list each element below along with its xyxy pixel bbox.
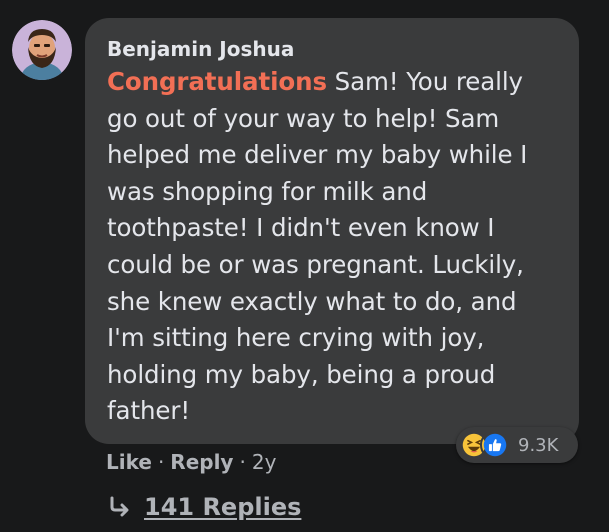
comment-author[interactable]: Benjamin Joshua bbox=[107, 36, 559, 62]
comment-timestamp[interactable]: 2y bbox=[252, 450, 277, 474]
comment-text: Congratulations Sam! You really go out o… bbox=[107, 64, 559, 430]
comment-actions: Like · Reply · 2y bbox=[106, 450, 276, 474]
reaction-count: 9.3K bbox=[518, 434, 559, 456]
avatar[interactable] bbox=[12, 20, 72, 80]
reaction-summary[interactable]: 9.3K bbox=[456, 427, 578, 463]
like-button[interactable]: Like bbox=[106, 450, 152, 474]
separator: · bbox=[157, 450, 165, 474]
reply-arrow-icon bbox=[110, 496, 129, 517]
like-icon bbox=[480, 430, 510, 460]
separator: · bbox=[239, 450, 246, 474]
comment-body: Sam! You really go out of your way to he… bbox=[107, 67, 528, 426]
avatar-image bbox=[12, 20, 72, 80]
reply-button[interactable]: Reply bbox=[170, 450, 233, 474]
view-replies-link[interactable]: 141 Replies bbox=[108, 493, 301, 521]
replies-label[interactable]: 141 Replies bbox=[144, 493, 301, 521]
comment-bubble: Benjamin Joshua Congratulations Sam! You… bbox=[85, 18, 579, 444]
mention-tag[interactable]: Congratulations bbox=[107, 67, 327, 96]
